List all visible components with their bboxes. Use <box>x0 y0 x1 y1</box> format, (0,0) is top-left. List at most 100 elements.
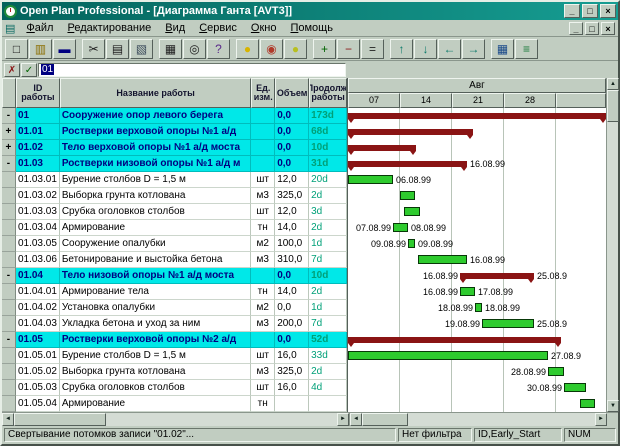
gantt-horizontal-scrollbar[interactable]: ◄ ► <box>349 413 607 426</box>
table-row[interactable]: -01.05Ростверки верховой опоры №2 а/д0,0… <box>2 332 347 348</box>
outdent-button[interactable]: ← <box>438 39 461 59</box>
table-row[interactable]: 01.04.02Установка опалубким20,01d <box>2 300 347 316</box>
menu-item-5[interactable]: Окно <box>244 21 284 35</box>
copy-button[interactable]: ▤ <box>106 39 129 59</box>
task-bar[interactable] <box>564 383 586 392</box>
cell-edit-input[interactable]: 01 <box>38 63 346 77</box>
summary-bar[interactable] <box>348 129 473 135</box>
paste-button[interactable]: ▧ <box>130 39 153 59</box>
scroll-up-icon[interactable]: ▲ <box>607 78 619 90</box>
menu-item-3[interactable]: Вид <box>158 21 192 35</box>
summary-bar[interactable] <box>348 145 416 151</box>
table-row[interactable]: 01.04.03Укладка бетона и уход за нимм320… <box>2 316 347 332</box>
table-row[interactable]: 01.03.04Армированиетн14,02d <box>2 220 347 236</box>
task-bar[interactable] <box>548 367 564 376</box>
row-collapse-button[interactable]: - <box>2 332 16 348</box>
table-row[interactable]: +01.02Тело верховой опоры №1 а/д моста0,… <box>2 140 347 156</box>
menu-item-4[interactable]: Сервис <box>192 21 244 35</box>
task-bar[interactable] <box>482 319 534 328</box>
indent-button[interactable]: → <box>462 39 485 59</box>
save-button[interactable]: ▬ <box>53 39 76 59</box>
menu-item-2[interactable]: Редактирование <box>60 21 158 35</box>
task-bar[interactable] <box>400 191 415 200</box>
task-bar[interactable] <box>404 207 420 216</box>
cancel-edit-button[interactable]: ✗ <box>4 63 20 77</box>
table-row[interactable]: 01.05.04Армированиетн <box>2 396 347 412</box>
table-row[interactable]: 01.05.02Выборка грунта котлованам3325,02… <box>2 364 347 380</box>
move-down-button[interactable]: ↓ <box>414 39 437 59</box>
table-row[interactable]: 01.03.02Выборка грунта котлованам3325,02… <box>2 188 347 204</box>
gantt-view-button[interactable]: ≡ <box>515 39 538 59</box>
task-bar[interactable] <box>418 255 467 264</box>
table-row[interactable]: 01.03.03Срубка оголовков столбовшт12,03d <box>2 204 347 220</box>
table-scroll-thumb[interactable] <box>14 413 106 426</box>
menu-item-1[interactable]: Файл <box>19 21 60 35</box>
summary-bar[interactable] <box>348 161 467 167</box>
row-collapse-button[interactable]: + <box>2 124 16 140</box>
table-row[interactable]: -01.04Тело низовой опоры №1 а/д моста0,0… <box>2 268 347 284</box>
delete-activity-button[interactable]: − <box>337 39 360 59</box>
accept-edit-button[interactable]: ✓ <box>21 63 37 77</box>
close-button[interactable]: × <box>600 4 616 18</box>
vertical-scrollbar[interactable]: ▲ ▼ <box>606 78 618 412</box>
print-button[interactable]: ▦ <box>159 39 182 59</box>
vertical-scroll-track[interactable] <box>607 90 618 400</box>
schedule-button[interactable]: ● <box>284 39 307 59</box>
row-collapse-button <box>2 252 16 268</box>
summary-bar[interactable] <box>348 337 561 343</box>
table-row[interactable]: -01.03Ростверки низовой опоры №1 а/д м0,… <box>2 156 347 172</box>
summary-bar[interactable] <box>460 273 534 279</box>
row-collapse-button <box>2 284 16 300</box>
gantt-row: 28.08.99 <box>348 364 606 380</box>
move-up-button[interactable]: ↑ <box>390 39 413 59</box>
table-row[interactable]: +01.01Ростверки верховой опоры №1 а/д0,0… <box>2 124 347 140</box>
maximize-button[interactable]: □ <box>582 4 598 18</box>
table-row[interactable]: 01.05.03Срубка оголовков столбовшт16,04d <box>2 380 347 396</box>
scroll-down-icon[interactable]: ▼ <box>607 400 619 412</box>
row-collapse-button[interactable]: - <box>2 108 16 124</box>
new-button[interactable]: □ <box>5 39 28 59</box>
table-row[interactable]: 01.04.01Армирование телатн14,02d <box>2 284 347 300</box>
minimize-button[interactable]: _ <box>564 4 580 18</box>
table-scroll-track[interactable] <box>14 413 337 426</box>
row-collapse-button[interactable]: + <box>2 140 16 156</box>
vertical-scroll-thumb[interactable] <box>607 90 619 122</box>
resource-analysis-button[interactable]: ◉ <box>260 39 283 59</box>
help-button[interactable]: ? <box>207 39 230 59</box>
table-row[interactable]: 01.05.01Бурение столбов D = 1,5 мшт16,03… <box>2 348 347 364</box>
task-bar[interactable] <box>348 175 393 184</box>
gantt-row: 07.08.9908.08.99 <box>348 220 606 236</box>
open-button[interactable]: ▥ <box>29 39 52 59</box>
task-bar[interactable] <box>460 287 475 296</box>
scroll-left-icon[interactable]: ◄ <box>2 413 14 426</box>
table-horizontal-scrollbar[interactable]: ◄ ► <box>2 413 349 426</box>
task-bar[interactable] <box>580 399 595 408</box>
task-bar[interactable] <box>393 223 408 232</box>
menu-item-6[interactable]: Помощь <box>283 21 340 35</box>
scroll-right-icon[interactable]: ► <box>595 413 607 426</box>
scroll-right-icon[interactable]: ► <box>337 413 349 426</box>
cut-button[interactable]: ✂ <box>82 39 105 59</box>
link-activities-button[interactable]: = <box>361 39 384 59</box>
row-collapse-button[interactable]: - <box>2 156 16 172</box>
task-bar[interactable] <box>348 351 548 360</box>
mdi-close-button[interactable]: × <box>601 22 615 35</box>
task-bar[interactable] <box>475 303 482 312</box>
print-preview-button[interactable]: ◎ <box>183 39 206 59</box>
table-row[interactable]: 01.03.05Сооружение опалубким2100,01d <box>2 236 347 252</box>
time-analysis-button[interactable]: ● <box>236 39 259 59</box>
scroll-left-icon[interactable]: ◄ <box>350 413 362 426</box>
table-row[interactable]: 01.03.06Бетонирование и выстойка бетонам… <box>2 252 347 268</box>
task-bar[interactable] <box>408 239 415 248</box>
gantt-scroll-thumb[interactable] <box>362 413 408 426</box>
add-activity-button[interactable]: + <box>313 39 336 59</box>
table-row[interactable]: 01.03.01Бурение столбов D = 1,5 мшт12,02… <box>2 172 347 188</box>
table-row[interactable]: -01Сооружение опор левого берега0,0173d <box>2 108 347 124</box>
gantt-scroll-track[interactable] <box>362 413 595 426</box>
row-collapse-button[interactable]: - <box>2 268 16 284</box>
mdi-minimize-button[interactable]: _ <box>569 22 583 35</box>
row-collapse-button <box>2 236 16 252</box>
summary-bar[interactable] <box>348 113 606 119</box>
mdi-restore-button[interactable]: □ <box>585 22 599 35</box>
table-view-button[interactable]: ▦ <box>491 39 514 59</box>
